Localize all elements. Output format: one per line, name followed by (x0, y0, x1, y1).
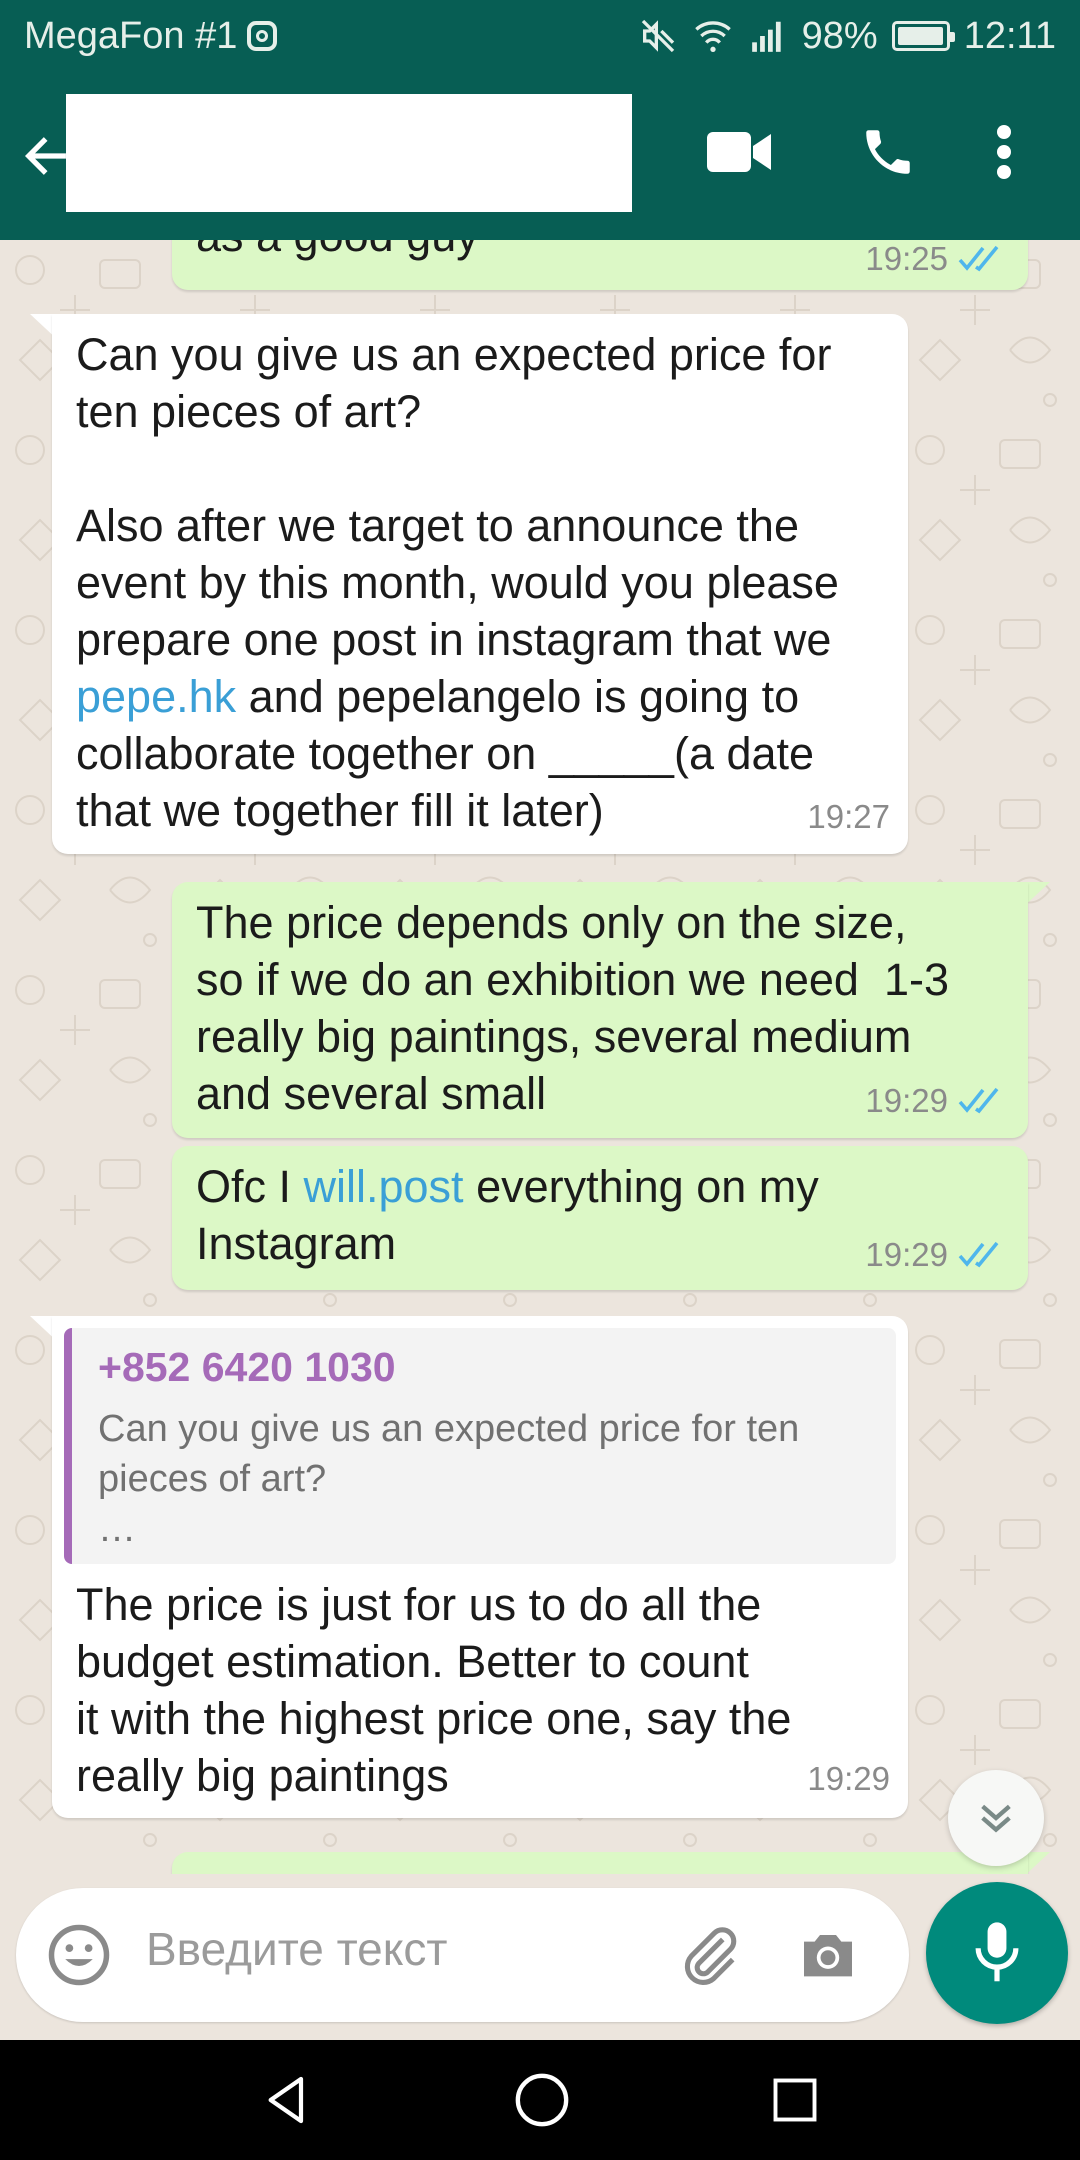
attachment-icon[interactable] (676, 1921, 744, 1989)
message-input-bar[interactable]: Введите текст (16, 1888, 909, 2022)
scroll-to-bottom-button[interactable] (948, 1770, 1044, 1866)
message-text-part: Ofc I (196, 1161, 304, 1212)
video-call-icon (707, 132, 771, 172)
voice-call-button[interactable] (848, 112, 928, 192)
message-time: 19:29 (807, 1760, 890, 1797)
message-bubble-incoming[interactable]: Can you give us an expected price for te… (52, 314, 908, 854)
message-bubble-outgoing[interactable]: The price depends only on the size, so i… (172, 882, 1028, 1138)
message-paragraph: Can you give us an expected price for te… (76, 329, 832, 437)
chat-messages-area[interactable]: as a good guy 19:25 Can you give us an e… (0, 240, 1080, 1874)
message-bubble-outgoing[interactable]: as a good guy 19:25 (172, 240, 1028, 290)
more-vert-icon (997, 125, 1011, 179)
clock: 12:11 (963, 14, 1056, 57)
chat-toolbar (0, 72, 1080, 240)
quoted-text: Can you give us an expected price for te… (98, 1408, 800, 1550)
instagram-notification-icon (247, 21, 278, 51)
message-link[interactable]: pepe.hk (76, 671, 236, 722)
read-receipt-icon (958, 1087, 999, 1114)
camera-icon[interactable] (796, 1923, 860, 1987)
message-text: Can you give us an expected price for te… (76, 326, 896, 839)
contact-name-redacted[interactable] (66, 94, 632, 212)
back-arrow-icon (24, 137, 66, 175)
message-time: 19:25 (865, 240, 948, 277)
back-button[interactable] (20, 126, 72, 186)
message-bubble-outgoing[interactable]: In the invoice that the shipment will be (172, 1852, 1028, 1874)
more-options-button[interactable] (974, 112, 1034, 192)
mute-icon (641, 19, 674, 53)
message-text: as a good guy (196, 240, 479, 264)
message-text: The price is just for us to do all the b… (76, 1579, 792, 1801)
message-input[interactable]: Введите текст (146, 1922, 447, 1976)
message-bubble-outgoing[interactable]: Ofc I will.post everything on my Instagr… (172, 1146, 1028, 1290)
microphone-icon (975, 1922, 1019, 1982)
message-bubble-incoming[interactable]: +852 6420 1030 Can you give us an expect… (52, 1316, 908, 1818)
home-circle-icon[interactable] (513, 2071, 571, 2129)
signal-icon (751, 21, 781, 52)
wifi-icon (694, 21, 731, 52)
video-call-button[interactable] (700, 112, 780, 192)
message-time: 19:29 (865, 1236, 948, 1273)
battery-icon (891, 21, 955, 51)
read-receipt-icon (958, 245, 999, 272)
message-paragraph: Also after we target to announce the eve… (76, 500, 839, 665)
carrier-name: MegaFon #1 (24, 14, 238, 57)
quoted-author: +852 6420 1030 (98, 1344, 396, 1390)
double-chevron-down-icon (981, 1804, 1011, 1833)
battery-level (897, 27, 943, 45)
recents-square-icon[interactable] (769, 2074, 821, 2126)
status-bar: MegaFon #1 98% 12:11 (0, 0, 1080, 72)
message-time: 19:27 (807, 798, 890, 835)
emoji-icon[interactable] (46, 1922, 112, 1988)
message-time: 19:29 (865, 1082, 948, 1119)
battery-percent: 98% (801, 14, 878, 57)
message-link[interactable]: will.post (304, 1161, 464, 1212)
message-text: In the invoice that the shipment will be (196, 1864, 1016, 1874)
system-navigation-bar (0, 2040, 1080, 2160)
read-receipt-icon (958, 1241, 999, 1268)
voice-message-button[interactable] (926, 1882, 1068, 2024)
back-triangle-icon[interactable] (259, 2072, 315, 2128)
quoted-reply[interactable]: +852 6420 1030 Can you give us an expect… (64, 1328, 896, 1564)
phone-call-icon (866, 130, 910, 174)
